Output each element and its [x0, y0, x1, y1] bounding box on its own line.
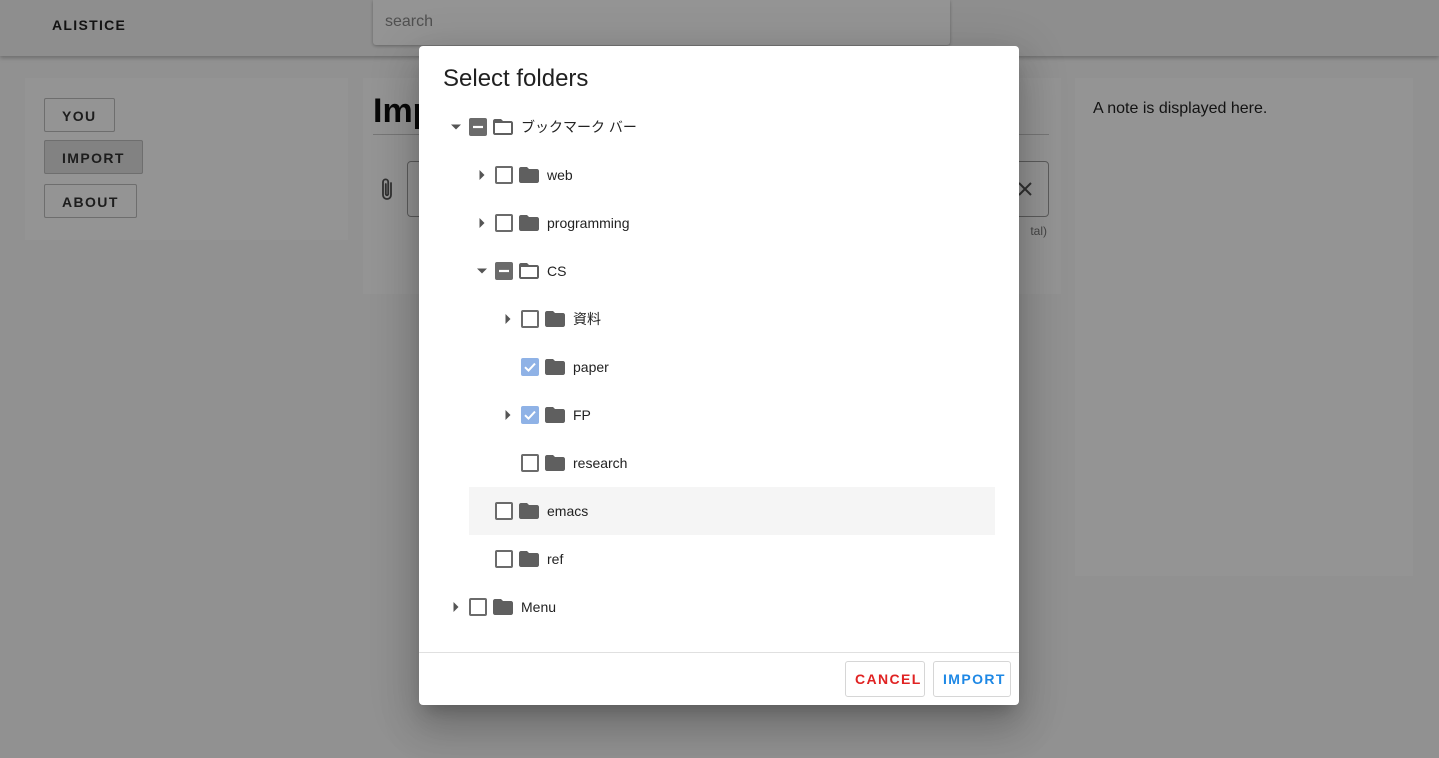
tree-item-label: ブックマーク バー: [521, 119, 637, 135]
tree-item[interactable]: emacs: [469, 487, 995, 535]
folder-checkbox[interactable]: [495, 214, 513, 232]
folder-checkbox[interactable]: [495, 550, 513, 568]
folder-icon: [519, 551, 539, 567]
folder-checkbox[interactable]: [495, 166, 513, 184]
caret-right-icon[interactable]: [469, 151, 495, 199]
tree-item[interactable]: 資料: [495, 295, 995, 343]
caret-down-icon[interactable]: [469, 247, 495, 295]
folder-icon: [545, 359, 565, 375]
tree-item[interactable]: web: [469, 151, 995, 199]
tree-item[interactable]: research: [495, 439, 995, 487]
tree-item[interactable]: ref: [469, 535, 995, 583]
caret-right-icon[interactable]: [495, 295, 521, 343]
folder-checkbox[interactable]: [521, 406, 539, 424]
tree-item-label: CS: [547, 263, 567, 279]
folder-icon: [519, 503, 539, 519]
folder-checkbox[interactable]: [521, 358, 539, 376]
tree-item-label: web: [547, 167, 573, 183]
folder-checkbox[interactable]: [521, 454, 539, 472]
dialog-divider: [419, 652, 1019, 653]
dialog-title: Select folders: [443, 65, 589, 92]
folder-icon: [519, 167, 539, 183]
tree-item-label: ref: [547, 551, 564, 567]
tree-item[interactable]: FP: [495, 391, 995, 439]
folder-icon: [493, 599, 513, 615]
folder-checkbox[interactable]: [469, 598, 487, 616]
tree-item[interactable]: ブックマーク バー: [443, 103, 995, 151]
tree-item-label: 資料: [573, 311, 601, 327]
cancel-button[interactable]: CANCEL: [845, 661, 925, 697]
caret-right-icon[interactable]: [443, 583, 469, 631]
folder-icon: [545, 455, 565, 471]
tree-item-label: Menu: [521, 599, 557, 615]
tree-item[interactable]: Menu: [443, 583, 995, 631]
folder-icon: [545, 407, 565, 423]
caret-right-icon[interactable]: [469, 199, 495, 247]
folder-checkbox[interactable]: [495, 262, 513, 280]
tree-item[interactable]: programming: [469, 199, 995, 247]
caret-down-icon[interactable]: [443, 103, 469, 151]
folder-checkbox[interactable]: [495, 502, 513, 520]
tree-item[interactable]: CS: [469, 247, 995, 295]
tree-item-label: FP: [573, 407, 591, 423]
folder-open-icon: [493, 119, 513, 135]
folder-icon: [519, 215, 539, 231]
select-folders-dialog: Select folders ブックマーク バー web programming CS…: [419, 46, 1019, 705]
tree-item-label: paper: [573, 359, 609, 375]
folder-open-icon: [519, 263, 539, 279]
import-button[interactable]: IMPORT: [933, 661, 1011, 697]
tree-item-label: emacs: [547, 503, 589, 519]
folder-checkbox[interactable]: [521, 310, 539, 328]
folder-icon: [545, 311, 565, 327]
folder-checkbox[interactable]: [469, 118, 487, 136]
caret-right-icon[interactable]: [495, 391, 521, 439]
tree-item-label: programming: [547, 215, 630, 231]
tree-item-label: research: [573, 455, 628, 471]
tree-item[interactable]: paper: [495, 343, 995, 391]
